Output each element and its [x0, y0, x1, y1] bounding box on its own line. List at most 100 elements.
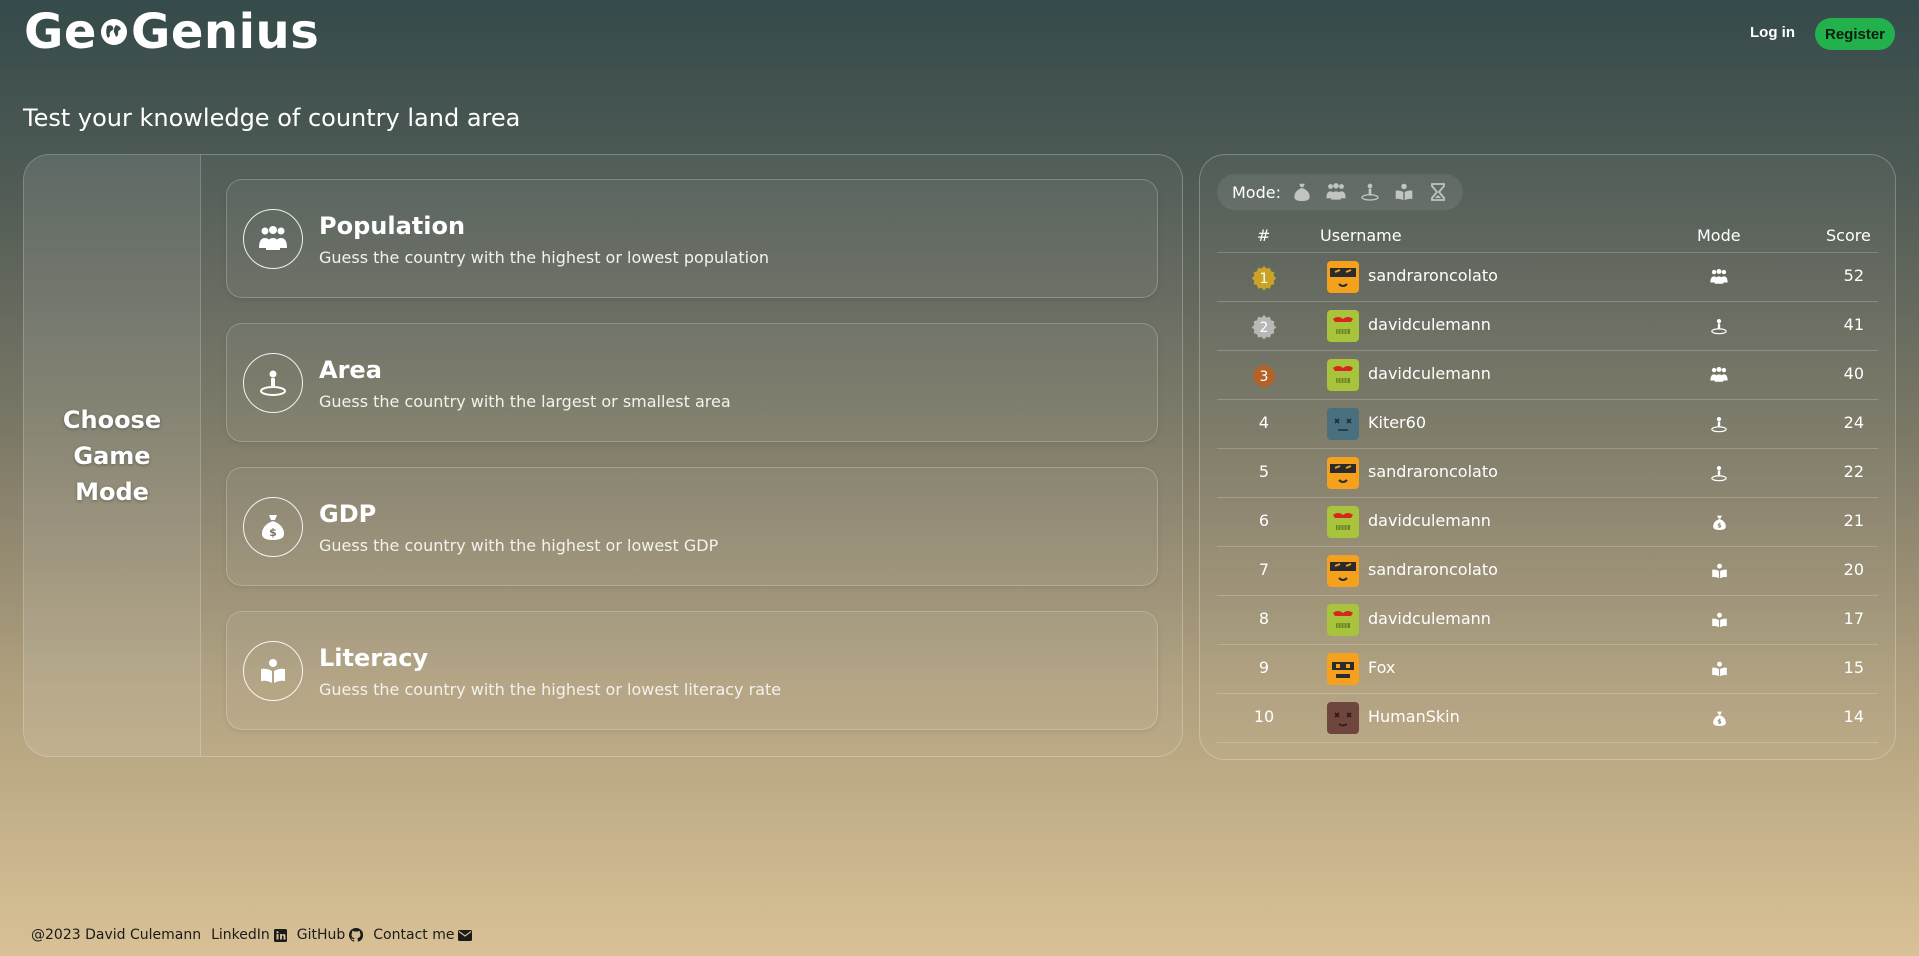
github-link[interactable]: GitHub [297, 927, 364, 943]
book-reader-icon [1709, 561, 1729, 581]
leaderboard-row[interactable]: 5 sandraroncolato 22 [1217, 449, 1878, 498]
score: 21 [1843, 511, 1864, 530]
leaderboard-row[interactable]: 4 Kiter60 24 [1217, 400, 1878, 449]
rank-number: 1 [1260, 271, 1269, 287]
username[interactable]: davidculemann [1368, 315, 1491, 334]
people-icon [1709, 365, 1729, 385]
username[interactable]: Fox [1368, 658, 1395, 677]
github-icon [349, 928, 364, 942]
linkedin-label: LinkedIn [211, 927, 270, 943]
username[interactable]: davidculemann [1368, 364, 1491, 383]
username[interactable]: davidculemann [1368, 609, 1491, 628]
score: 15 [1843, 658, 1864, 677]
book-reader-icon[interactable] [1393, 181, 1415, 203]
copyright-text: @2023 David Culemann [31, 927, 202, 943]
footer: @2023 David Culemann LinkedIn GitHub Con… [31, 927, 482, 943]
choose-mode-title: Choose Game Mode [62, 405, 162, 506]
map-pin-icon [243, 353, 303, 413]
mode-card-literacy[interactable]: Literacy Guess the country with the high… [226, 611, 1158, 730]
column-rank: # [1257, 226, 1271, 245]
username[interactable]: sandraroncolato [1368, 462, 1498, 481]
score: 17 [1843, 609, 1864, 628]
avatar [1327, 457, 1359, 489]
leaderboard-row[interactable]: 10 HumanSkin $14 [1217, 694, 1878, 743]
leaderboard-row[interactable]: 9 Fox 15 [1217, 645, 1878, 694]
map-pin-icon [1709, 414, 1729, 434]
book-reader-icon [1709, 610, 1729, 630]
people-icon [1709, 267, 1729, 287]
leaderboard-row[interactable]: 2 davidculemann 41 [1217, 302, 1878, 351]
score: 52 [1843, 266, 1864, 285]
avatar [1327, 359, 1359, 391]
mode-card-gdp[interactable]: $ GDP Guess the country with the highest… [226, 467, 1158, 586]
book-reader-icon [1709, 659, 1729, 679]
money-bag-icon: $ [1709, 512, 1729, 532]
rank-number: 2 [1260, 320, 1269, 336]
mode-description: Guess the country with the highest or lo… [319, 536, 719, 555]
github-label: GitHub [296, 927, 346, 943]
avatar [1327, 506, 1359, 538]
rank-number: 8 [1258, 609, 1270, 628]
envelope-icon [458, 929, 473, 941]
leaderboard-row[interactable]: 7 sandraroncolato 20 [1217, 547, 1878, 596]
contact-link[interactable]: Contact me [373, 927, 473, 943]
username[interactable]: sandraroncolato [1368, 560, 1498, 579]
map-pin-icon [1709, 316, 1729, 336]
column-mode: Mode [1697, 226, 1741, 245]
globe-icon [100, 19, 127, 45]
money-bag-icon: $ [1709, 708, 1729, 728]
people-icon[interactable] [1325, 181, 1347, 203]
money-bag-icon: $ [243, 497, 303, 557]
leaderboard-row[interactable]: 1 sandraroncolato 52 [1217, 253, 1878, 302]
rank-number: 9 [1258, 658, 1270, 677]
rank-number: 7 [1258, 560, 1270, 579]
rank-number: 4 [1258, 413, 1270, 432]
score: 40 [1843, 364, 1864, 383]
score: 14 [1843, 707, 1864, 726]
linkedin-icon [273, 928, 287, 942]
mode-card-population[interactable]: Population Guess the country with the hi… [226, 179, 1158, 298]
money-bag-icon[interactable] [1291, 181, 1313, 203]
column-score: Score [1826, 226, 1871, 245]
score: 22 [1843, 462, 1864, 481]
leaderboard-row[interactable]: 8 davidculemann 17 [1217, 596, 1878, 645]
avatar [1327, 604, 1359, 636]
username[interactable]: davidculemann [1368, 511, 1491, 530]
mode-description: Guess the country with the highest or lo… [319, 248, 770, 267]
logo[interactable]: Ge Genius [24, 4, 319, 60]
medal-icon: 2 [1251, 314, 1277, 340]
username[interactable]: sandraroncolato [1368, 266, 1498, 285]
username[interactable]: Kiter60 [1368, 413, 1426, 432]
login-link[interactable]: Log in [1750, 24, 1795, 41]
avatar [1327, 653, 1359, 685]
linkedin-link[interactable]: LinkedIn [211, 927, 287, 943]
mode-title: Literacy [319, 644, 429, 672]
leaderboard-panel: Mode: # Username Mode Score 1 sandraronco… [1199, 154, 1896, 760]
mode-description: Guess the country with the highest or lo… [319, 680, 782, 699]
logo-text-suffix: Genius [130, 4, 320, 60]
svg-text:$: $ [1717, 522, 1721, 529]
medal-icon: 3 [1251, 363, 1277, 389]
score: 20 [1843, 560, 1864, 579]
page-tagline: Test your knowledge of country land area [23, 104, 521, 132]
logo-text-prefix: Ge [24, 4, 97, 60]
avatar [1327, 261, 1359, 293]
rank-number: 10 [1253, 707, 1275, 726]
username[interactable]: HumanSkin [1368, 707, 1460, 726]
rank-number: 5 [1258, 462, 1270, 481]
register-button[interactable]: Register [1815, 18, 1895, 50]
rank-number: 6 [1258, 511, 1270, 530]
medal-icon: 1 [1251, 265, 1277, 291]
mode-description: Guess the country with the largest or sm… [319, 392, 731, 411]
header: Ge Genius Log in Register [0, 0, 1919, 70]
people-icon [243, 209, 303, 269]
map-pin-icon[interactable] [1359, 181, 1381, 203]
mode-card-area[interactable]: Area Guess the country with the largest … [226, 323, 1158, 442]
mode-filter-bar: Mode: [1217, 174, 1463, 210]
leaderboard-row[interactable]: 6 davidculemann $21 [1217, 498, 1878, 547]
mode-filter-label: Mode: [1232, 182, 1281, 202]
leaderboard-header: # Username Mode Score [1217, 217, 1878, 253]
column-username: Username [1320, 226, 1402, 245]
hourglass-icon[interactable] [1427, 181, 1449, 203]
leaderboard-row[interactable]: 3 davidculemann 40 [1217, 351, 1878, 400]
